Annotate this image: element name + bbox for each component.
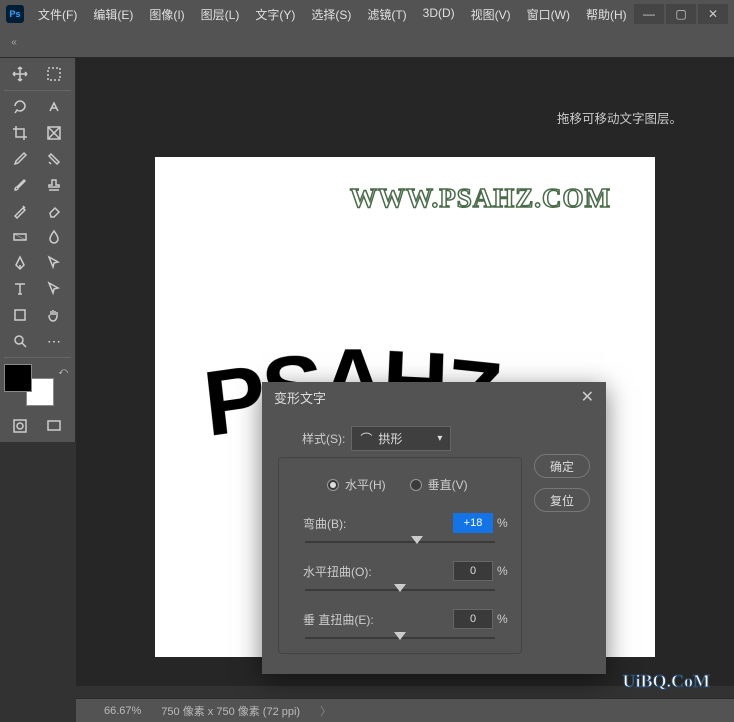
vertical-radio[interactable]: 垂直(V) bbox=[410, 476, 468, 493]
quickmask-tool[interactable] bbox=[4, 414, 36, 438]
collapse-icon[interactable]: « bbox=[0, 28, 28, 57]
dialog-titlebar[interactable]: 变形文字 ✕ bbox=[262, 382, 606, 412]
menubar: Ps 文件(F) 编辑(E) 图像(I) 图层(L) 文字(Y) 选择(S) 滤… bbox=[0, 0, 734, 28]
eyedropper-tool[interactable] bbox=[4, 147, 36, 171]
eraser-tool[interactable] bbox=[38, 199, 70, 223]
history-brush-tool[interactable] bbox=[4, 199, 36, 223]
menu-view[interactable]: 视图(V) bbox=[465, 3, 517, 26]
orientation-radiogroup: 水平(H) 垂直(V) bbox=[327, 476, 509, 493]
healing-tool[interactable] bbox=[38, 147, 70, 171]
slider-thumb[interactable] bbox=[394, 632, 406, 640]
menu-layer[interactable]: 图层(L) bbox=[195, 3, 246, 26]
chevron-down-icon: ▾ bbox=[437, 433, 442, 444]
bend-input[interactable] bbox=[453, 513, 493, 533]
swap-colors-icon[interactable]: ⤺ bbox=[58, 366, 68, 377]
menu-select[interactable]: 选择(S) bbox=[305, 3, 357, 26]
quick-select-tool[interactable] bbox=[38, 95, 70, 119]
move-tool[interactable] bbox=[4, 62, 36, 86]
menu-filter[interactable]: 滤镜(T) bbox=[361, 3, 412, 26]
style-value: 拱形 bbox=[378, 430, 402, 447]
vdist-slider[interactable] bbox=[305, 637, 495, 639]
lasso-tool[interactable] bbox=[4, 95, 36, 119]
close-button[interactable]: ✕ bbox=[698, 4, 728, 24]
frame-tool[interactable] bbox=[38, 121, 70, 145]
footer-watermark: UiBQ.CoM bbox=[623, 671, 711, 692]
menu-items: 文件(F) 编辑(E) 图像(I) 图层(L) 文字(Y) 选择(S) 滤镜(T… bbox=[32, 3, 634, 26]
menu-file[interactable]: 文件(F) bbox=[32, 3, 83, 26]
pen-tool[interactable] bbox=[4, 251, 36, 275]
hdist-slider[interactable] bbox=[305, 589, 495, 591]
watermark-text: WWW.PSAHZ.COM bbox=[350, 183, 611, 214]
hdist-input[interactable] bbox=[453, 561, 493, 581]
stamp-tool[interactable] bbox=[38, 173, 70, 197]
window-controls: — ▢ ✕ bbox=[634, 4, 728, 24]
vdist-input[interactable] bbox=[453, 609, 493, 629]
crop-tool[interactable] bbox=[4, 121, 36, 145]
hand-tool[interactable] bbox=[38, 303, 70, 327]
zoom-tool[interactable] bbox=[4, 329, 36, 353]
minimize-button[interactable]: — bbox=[634, 4, 664, 24]
color-swatches[interactable]: ⤺ bbox=[4, 364, 54, 406]
menu-type[interactable]: 文字(Y) bbox=[249, 3, 301, 26]
maximize-button[interactable]: ▢ bbox=[666, 4, 696, 24]
menu-window[interactable]: 窗口(W) bbox=[521, 3, 576, 26]
gradient-tool[interactable] bbox=[4, 225, 36, 249]
path-select-tool[interactable] bbox=[38, 251, 70, 275]
vertical-label: 垂直(V) bbox=[428, 476, 468, 493]
percent-label: % bbox=[497, 516, 509, 530]
slider-thumb[interactable] bbox=[394, 584, 406, 592]
blur-tool[interactable] bbox=[38, 225, 70, 249]
menu-edit[interactable]: 编辑(E) bbox=[87, 3, 139, 26]
direct-select-tool[interactable] bbox=[38, 277, 70, 301]
vdist-label: 垂 直扭曲(E): bbox=[303, 611, 374, 628]
reset-button[interactable]: 复位 bbox=[534, 488, 590, 512]
zoom-level[interactable]: 66.67% bbox=[104, 705, 141, 717]
foreground-color[interactable] bbox=[4, 364, 32, 392]
slider-thumb[interactable] bbox=[411, 536, 423, 544]
options-bar: « bbox=[0, 28, 734, 58]
radio-icon bbox=[410, 479, 422, 491]
chevron-right-icon[interactable]: 〉 bbox=[320, 703, 331, 719]
style-label: 样式(S): bbox=[302, 430, 345, 447]
doc-info[interactable]: 750 像素 x 750 像素 (72 ppi) bbox=[161, 703, 300, 719]
app-logo: Ps bbox=[6, 5, 24, 23]
horizontal-radio[interactable]: 水平(H) bbox=[327, 476, 386, 493]
brush-tool[interactable] bbox=[4, 173, 36, 197]
hdist-label: 水平扭曲(O): bbox=[303, 563, 372, 580]
percent-label: % bbox=[497, 564, 509, 578]
type-tool[interactable] bbox=[4, 277, 36, 301]
menu-help[interactable]: 帮助(H) bbox=[580, 3, 633, 26]
ok-button[interactable]: 确定 bbox=[534, 454, 590, 478]
more-tools[interactable]: ⋯ bbox=[38, 329, 70, 353]
dialog-close-icon[interactable]: ✕ bbox=[581, 387, 594, 407]
bend-label: 弯曲(B): bbox=[303, 515, 346, 532]
menu-image[interactable]: 图像(I) bbox=[143, 3, 190, 26]
toolbox: ⋯ ⤺ bbox=[0, 58, 76, 442]
percent-label: % bbox=[497, 612, 509, 626]
screenmode-tool[interactable] bbox=[38, 414, 70, 438]
bend-slider[interactable] bbox=[305, 541, 495, 543]
horizontal-label: 水平(H) bbox=[345, 476, 386, 493]
tooltip-text: 拖移可移动文字图层。 bbox=[557, 108, 682, 127]
menu-3d[interactable]: 3D(D) bbox=[417, 3, 461, 26]
radio-icon bbox=[327, 479, 339, 491]
statusbar: 66.67% 750 像素 x 750 像素 (72 ppi) 〉 bbox=[76, 698, 734, 722]
arc-icon: ⌒ bbox=[360, 430, 372, 447]
warp-text-dialog: 变形文字 ✕ 样式(S): ⌒ 拱形 ▾ 水平(H) 垂直(V) bbox=[262, 382, 606, 674]
style-dropdown[interactable]: ⌒ 拱形 ▾ bbox=[351, 426, 451, 451]
marquee-tool[interactable] bbox=[38, 62, 70, 86]
shape-tool[interactable] bbox=[4, 303, 36, 327]
dialog-title: 变形文字 bbox=[274, 388, 326, 407]
